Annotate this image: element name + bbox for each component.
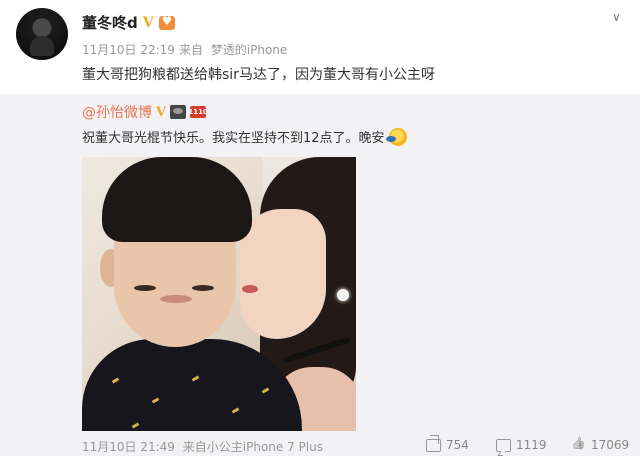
repost-author-link[interactable]: @孙怡微博 (82, 102, 152, 122)
post-source: 梦透的iPhone (210, 43, 288, 57)
like-count: 17069 (591, 438, 630, 452)
source-prefix: 来自 (182, 440, 207, 454)
avatar[interactable] (16, 8, 68, 60)
woman-face (240, 209, 326, 339)
weibo-post: 董冬咚d V ∨ 11月10日 22:19来自 梦透的iPhone 董大哥把狗粮… (0, 0, 640, 456)
comment-button[interactable]: 1119 (496, 438, 547, 452)
repost-author-row: @孙怡微博 V 1110 (82, 102, 208, 122)
source-prefix: 来自 (178, 43, 203, 57)
author-name[interactable]: 董冬咚d (82, 12, 138, 33)
comment-icon (496, 438, 511, 452)
chevron-down-icon[interactable]: ∨ (612, 10, 621, 24)
repost-time[interactable]: 11月10日 21:49 (82, 440, 175, 454)
repost-text-row: 祝董大哥光棍节快乐。我实在坚持不到12点了。晚安 (82, 127, 407, 146)
post-text: 董大哥把狗粮都送给韩sir马达了，因为董大哥有小公主呀 (82, 67, 435, 83)
goodnight-moon-emoji-icon (385, 127, 407, 146)
member-heart-icon (158, 14, 175, 30)
repost-photo[interactable] (82, 157, 356, 431)
forward-count: 754 (446, 438, 469, 452)
woman-lip (242, 285, 258, 293)
post-meta: 11月10日 22:19 来自 梦透的iPhone (82, 41, 291, 58)
festival-badge-icon: 1110 (188, 106, 208, 118)
forward-icon (426, 438, 441, 452)
like-button[interactable]: 17069 (572, 438, 629, 452)
verified-icon: V (156, 104, 167, 120)
repost-container: @孙怡微博 V 1110 祝董大哥光棍节快乐。我实在坚持不到12点了。晚安 11… (0, 94, 640, 456)
repost-text: 祝董大哥光棍节快乐。我实在坚持不到12点了。晚安 (82, 131, 385, 146)
earring (337, 289, 349, 301)
comment-count: 1119 (516, 438, 547, 452)
verified-icon: V (142, 14, 154, 31)
repost-source: 小公主iPhone 7 Plus (206, 440, 323, 454)
like-icon (572, 438, 586, 452)
repost-meta: 11月10日 21:49 来自小公主iPhone 7 Plus (82, 438, 323, 455)
author-row: 董冬咚d V (82, 12, 175, 33)
fan-badge-icon (170, 105, 187, 119)
post-time[interactable]: 11月10日 22:19 (82, 43, 175, 57)
forward-button[interactable]: 754 (426, 438, 469, 452)
man-hair (102, 157, 252, 242)
